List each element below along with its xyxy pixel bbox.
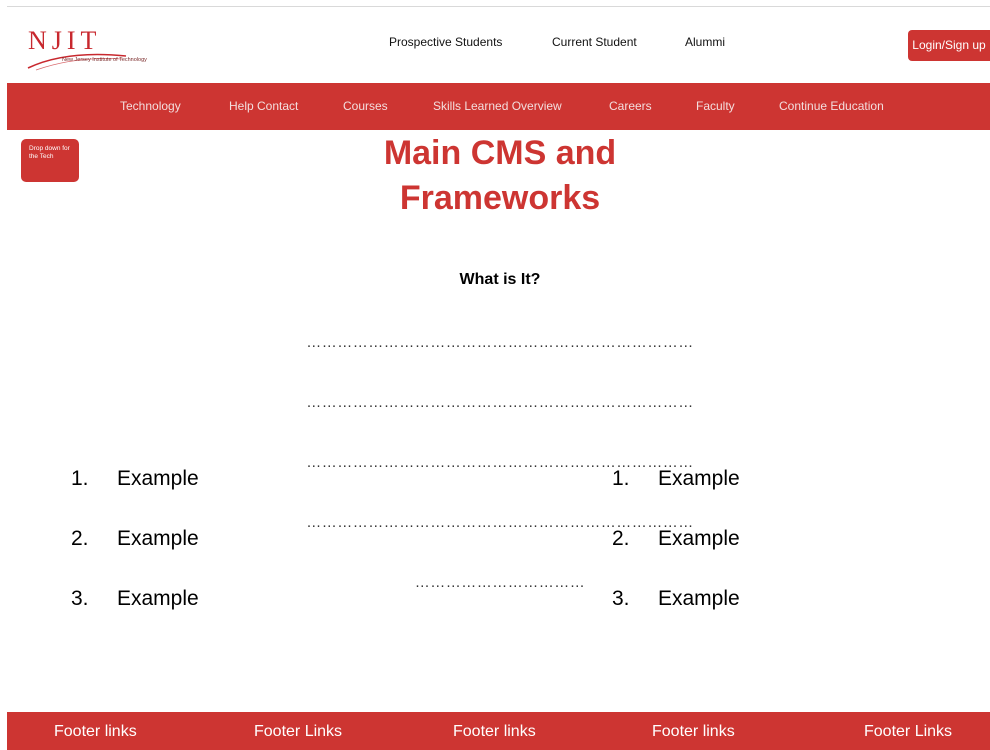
nav-item-help-contact[interactable]: Help Contact bbox=[229, 83, 298, 130]
list-item-text: Example bbox=[658, 467, 740, 490]
list-item: 3. Example bbox=[612, 587, 740, 647]
list-item-text: Example bbox=[117, 527, 199, 550]
example-list-right: 1. Example 2. Example 3. Example bbox=[612, 467, 740, 647]
list-item: 2. Example bbox=[71, 527, 199, 587]
list-item-text: Example bbox=[658, 527, 740, 550]
nav-item-faculty[interactable]: Faculty bbox=[696, 83, 735, 130]
nav-item-continue-education[interactable]: Continue Education bbox=[779, 83, 884, 130]
list-item-text: Example bbox=[117, 467, 199, 490]
page-title: Main CMS and Frameworks bbox=[383, 134, 617, 217]
placeholder-line: ………………………………………………………………… bbox=[306, 394, 694, 411]
list-item-text: Example bbox=[658, 587, 740, 610]
example-list-left: 1. Example 2. Example 3. Example bbox=[71, 467, 199, 647]
tech-dropdown-button[interactable]: Drop down for the Tech bbox=[21, 139, 79, 182]
top-link-prospective-students[interactable]: Prospective Students bbox=[389, 35, 502, 49]
list-item: 1. Example bbox=[71, 467, 199, 527]
footer-link[interactable]: Footer links bbox=[54, 723, 137, 741]
nav-item-skills-learned-overview[interactable]: Skills Learned Overview bbox=[433, 83, 562, 130]
list-item: 3. Example bbox=[71, 587, 199, 647]
footer-link[interactable]: Footer links bbox=[652, 723, 735, 741]
list-item-text: Example bbox=[117, 587, 199, 610]
list-item: 2. Example bbox=[612, 527, 740, 587]
footer-bar: Footer links Footer Links Footer links F… bbox=[7, 712, 990, 750]
section-heading: What is It? bbox=[459, 271, 541, 288]
logo-wordmark: NJIT bbox=[28, 26, 102, 55]
list-item-number: 2. bbox=[71, 527, 89, 550]
main-navbar: Technology Help Contact Courses Skills L… bbox=[7, 83, 990, 130]
njit-logo[interactable]: NJIT New Jersey Institute of Technology bbox=[26, 26, 176, 72]
nav-item-careers[interactable]: Careers bbox=[609, 83, 652, 130]
footer-link[interactable]: Footer links bbox=[453, 723, 536, 741]
footer-link[interactable]: Footer Links bbox=[864, 723, 952, 741]
footer-link[interactable]: Footer Links bbox=[254, 723, 342, 741]
list-item-number: 3. bbox=[71, 587, 89, 610]
placeholder-line: ………………………………………………………………… bbox=[306, 334, 694, 351]
nav-item-courses[interactable]: Courses bbox=[343, 83, 388, 130]
top-link-current-student[interactable]: Current Student bbox=[552, 35, 637, 49]
list-item-number: 3. bbox=[612, 587, 630, 610]
logo-tagline: New Jersey Institute of Technology bbox=[62, 57, 147, 63]
list-item-number: 2. bbox=[612, 527, 630, 550]
top-divider bbox=[7, 6, 990, 7]
login-signup-button[interactable]: Login/Sign up bbox=[908, 30, 990, 61]
nav-item-technology[interactable]: Technology bbox=[120, 83, 181, 130]
list-item: 1. Example bbox=[612, 467, 740, 527]
list-item-number: 1. bbox=[612, 467, 630, 490]
top-link-alumni[interactable]: Alummi bbox=[685, 35, 725, 49]
list-item-number: 1. bbox=[71, 467, 89, 490]
